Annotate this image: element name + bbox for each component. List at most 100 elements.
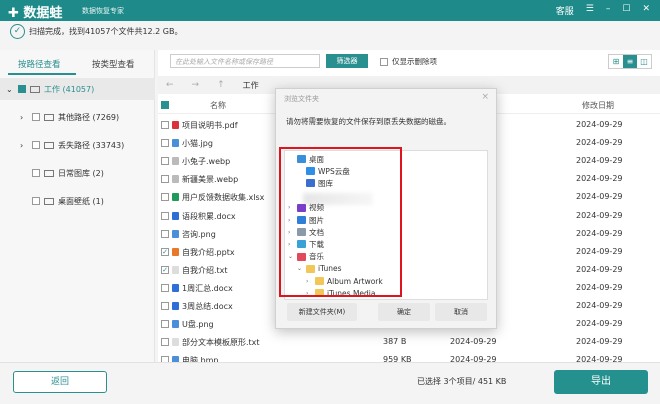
file-name: 项目说明书.pdf xyxy=(182,121,238,130)
file-name: 自我介绍.txt xyxy=(182,265,228,275)
back-button[interactable]: 返回 xyxy=(13,371,107,393)
up-arrow-icon[interactable]: ↑ xyxy=(217,80,225,90)
expand-arrow-icon[interactable]: ⌄ xyxy=(6,85,14,94)
close-icon[interactable]: ✕ xyxy=(642,4,650,17)
sidebar-item[interactable]: ⌄ 工作 (41057) xyxy=(0,78,155,100)
modified-date: 2024-09-29 xyxy=(576,301,623,310)
only-deleted-toggle[interactable]: 仅显示删除项 xyxy=(380,56,437,67)
sidebar-item-label: 桌面壁纸 (1) xyxy=(58,196,104,206)
title-bar: ✚ 数据蛙 数据恢复专家 客服 ☰ – ☐ ✕ xyxy=(0,0,660,21)
maximize-icon[interactable]: ☐ xyxy=(622,4,630,17)
only-deleted-checkbox[interactable] xyxy=(380,57,388,66)
forward-arrow-icon[interactable]: → xyxy=(192,80,200,90)
dialog-close-icon[interactable]: × xyxy=(481,92,489,102)
detail-view-icon[interactable]: ◫ xyxy=(637,55,651,68)
filter-button[interactable]: 筛选器 xyxy=(326,54,368,68)
header-name[interactable]: 名称 xyxy=(210,100,226,111)
row-checkbox[interactable] xyxy=(161,302,169,310)
app-logo: ✚ 数据蛙 xyxy=(8,6,63,21)
view-switcher: ⊞ ≡ ◫ xyxy=(608,54,652,69)
row-checkbox[interactable] xyxy=(161,338,169,347)
file-icon xyxy=(172,157,179,166)
dialog-title: 浏览文件夹 xyxy=(284,95,319,103)
sidebar-item-label: 丢失路径 (33743) xyxy=(58,140,125,150)
sidebar-item[interactable]: › 丢失路径 (33743) xyxy=(0,134,155,156)
row-checkbox[interactable] xyxy=(161,229,169,238)
expand-arrow-icon[interactable]: › xyxy=(20,141,28,150)
grid-view-icon[interactable]: ⊞ xyxy=(609,55,623,68)
modified-date: 2024-09-29 xyxy=(576,282,623,292)
export-button[interactable]: 导出 xyxy=(554,370,648,394)
item-checkbox[interactable] xyxy=(32,141,40,149)
row-checkbox[interactable] xyxy=(161,283,169,292)
minimize-icon[interactable]: – xyxy=(606,4,611,17)
tab-by-path[interactable]: 按路径查看 xyxy=(18,58,61,70)
scan-status: ✓ 扫描完成，找到41057个文件共12.2 GB。 xyxy=(10,24,183,39)
tab-by-type[interactable]: 按类型查看 xyxy=(92,58,135,70)
row-checkbox[interactable] xyxy=(161,121,169,129)
file-icon xyxy=(172,265,179,274)
drive-icon xyxy=(30,85,40,93)
new-folder-button[interactable]: 新建文件夹(M) xyxy=(287,303,357,321)
ok-button[interactable]: 确定 xyxy=(378,303,430,321)
file-name: 1周汇总.docx xyxy=(182,283,233,293)
modified-date: 2024-09-29 xyxy=(576,192,623,202)
file-name: 用户反馈数据收集.xlsx xyxy=(182,193,265,203)
file-name: 语段积累.docx xyxy=(182,211,236,221)
check-circle-icon: ✓ xyxy=(10,24,25,39)
file-icon xyxy=(172,338,179,347)
modified-date: 2024-09-29 xyxy=(576,264,623,274)
file-name: U盘.png xyxy=(182,320,214,330)
sidebar-item[interactable]: 日常图库 (2) xyxy=(0,162,155,184)
sidebar-item-label: 其他路径 (7269) xyxy=(58,112,120,122)
item-checkbox[interactable] xyxy=(32,113,40,121)
file-icon xyxy=(172,302,179,310)
back-arrow-icon[interactable]: ← xyxy=(166,80,174,90)
app-subtitle: 数据恢复专家 xyxy=(82,7,124,15)
item-checkbox[interactable] xyxy=(18,85,26,93)
folder-icon xyxy=(44,197,54,205)
sidebar: 按路径查看 按类型查看 ⌄ 工作 (41057) › 其他路径 (7269) › 丢失路径… xyxy=(0,50,155,362)
only-deleted-label: 仅显示删除项 xyxy=(392,57,437,66)
modified-date: 2024-09-29 xyxy=(576,228,623,238)
row-checkbox[interactable] xyxy=(161,320,169,329)
item-checkbox[interactable] xyxy=(32,169,40,177)
item-checkbox[interactable] xyxy=(32,197,40,205)
row-checkbox[interactable] xyxy=(161,139,169,148)
row-checkbox[interactable] xyxy=(161,193,169,202)
row-checkbox[interactable] xyxy=(161,157,169,166)
modified-date: 2024-09-29 xyxy=(576,138,623,148)
file-name: 小兔子.webp xyxy=(182,157,231,167)
support-link[interactable]: 客服 xyxy=(556,4,574,17)
list-view-icon[interactable]: ≡ xyxy=(623,55,637,68)
sidebar-item[interactable]: 桌面壁纸 (1) xyxy=(0,190,155,212)
file-icon xyxy=(172,121,179,129)
sidebar-item[interactable]: › 其他路径 (7269) xyxy=(0,106,155,128)
expand-arrow-icon[interactable]: › xyxy=(20,113,28,122)
row-checkbox[interactable]: ✓ xyxy=(161,247,169,256)
folder-icon xyxy=(44,141,54,149)
modified-date: 2024-09-29 xyxy=(576,246,623,256)
selection-info: 已选择 3个项目/ 451 KB xyxy=(417,377,507,386)
row-checkbox[interactable] xyxy=(161,211,169,220)
select-all-checkbox[interactable] xyxy=(161,101,169,109)
file-icon xyxy=(172,193,179,202)
modified-date: 2024-09-29 xyxy=(576,120,623,129)
file-icon xyxy=(172,211,179,220)
file-name: 小猫.jpg xyxy=(182,139,213,149)
row-checkbox[interactable]: ✓ xyxy=(161,265,169,274)
table-row[interactable]: 部分文本模板原形.txt 387 B 2024-09-29 2024-09-29 xyxy=(158,333,660,351)
file-icon xyxy=(172,229,179,238)
search-input[interactable]: 在此处输入文件名称或保存路径 xyxy=(170,54,320,68)
file-icon xyxy=(172,175,179,184)
file-name: 3周总结.docx xyxy=(182,302,233,311)
cancel-button[interactable]: 取消 xyxy=(435,303,487,321)
dialog-message: 请勿将需要恢复的文件保存到原丢失数据的磁盘。 xyxy=(286,117,451,126)
sidebar-item-label: 日常图库 (2) xyxy=(58,168,104,178)
file-name: 自我介绍.pptx xyxy=(182,247,235,257)
highlight-box xyxy=(279,147,402,297)
header-modified[interactable]: 修改日期 xyxy=(582,100,614,111)
menu-icon[interactable]: ☰ xyxy=(586,4,594,17)
row-checkbox[interactable] xyxy=(161,175,169,184)
status-text: 扫描完成，找到41057个文件共12.2 GB。 xyxy=(29,27,183,36)
